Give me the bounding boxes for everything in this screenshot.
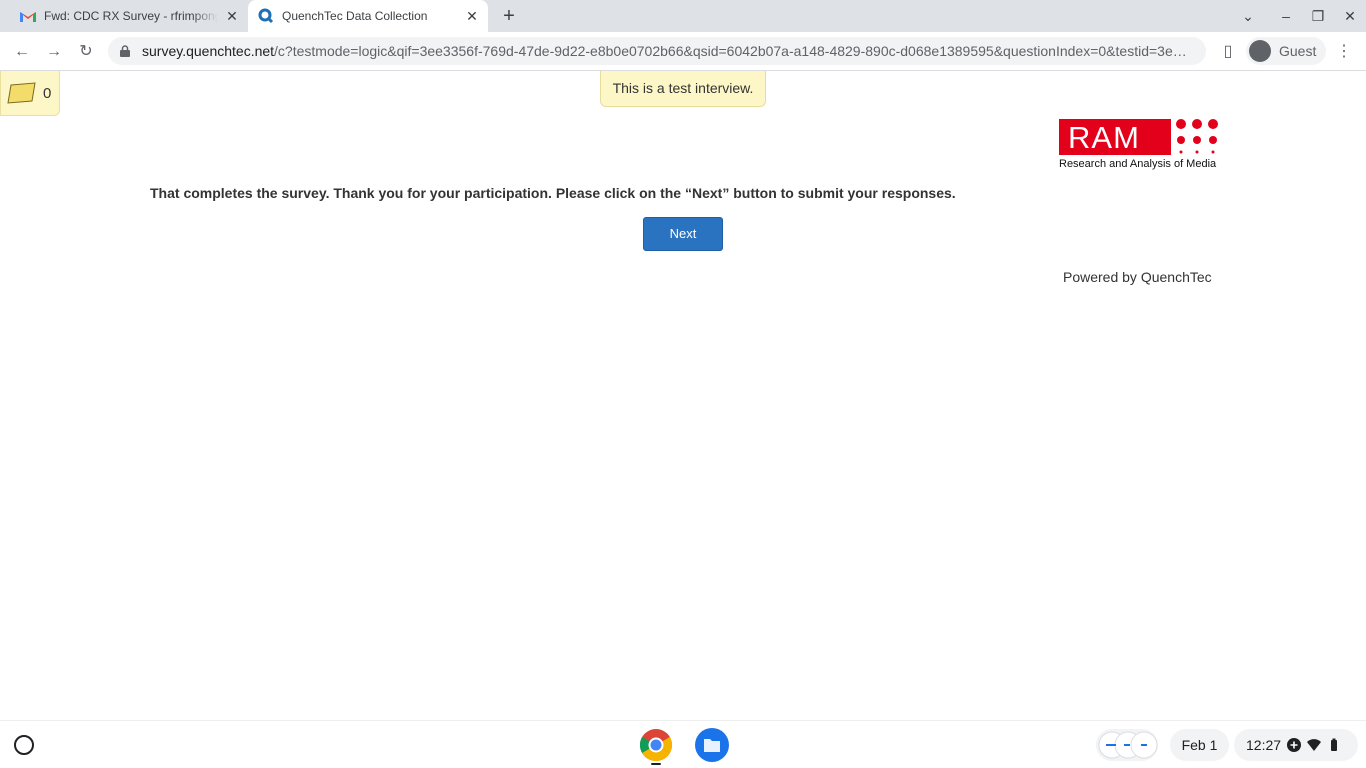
notification-tray[interactable]	[1096, 729, 1158, 761]
notification-previews-icon	[1098, 731, 1158, 759]
avatar	[1249, 40, 1271, 62]
profile-button[interactable]: Guest	[1246, 37, 1326, 65]
files-icon[interactable]	[695, 728, 729, 762]
add-circle-icon	[1287, 738, 1302, 752]
wifi-icon	[1307, 739, 1322, 751]
address-bar[interactable]: survey.quenchtec.net/c?testmode=logic&qi…	[108, 37, 1206, 65]
active-app-indicator	[651, 763, 661, 765]
tab-title: Fwd: CDC RX Survey - rfrimpong	[44, 9, 218, 23]
browser-toolbar: ← → ↻ survey.quenchtec.net/c?testmode=lo…	[0, 32, 1366, 71]
close-window-icon[interactable]: ✕	[1340, 6, 1360, 26]
test-interview-banner: This is a test interview.	[600, 71, 766, 107]
notes-badge[interactable]: 0	[0, 71, 60, 116]
os-shelf: Feb 1 12:27	[0, 720, 1366, 768]
close-tab-icon[interactable]: ✕	[464, 8, 480, 24]
date-pill[interactable]: Feb 1	[1170, 729, 1229, 761]
tab-quenchtec[interactable]: QuenchTec Data Collection ✕	[248, 0, 488, 32]
quenchtec-icon	[258, 8, 274, 24]
powered-by-text: Powered by QuenchTec	[1063, 269, 1212, 285]
chrome-icon[interactable]	[639, 728, 673, 762]
next-button[interactable]: Next	[643, 217, 723, 251]
restore-icon[interactable]: ❐	[1308, 6, 1328, 26]
battery-icon	[1331, 738, 1338, 751]
ram-logo: RAM Research and Analysis of Media	[1059, 118, 1221, 174]
tab-search-icon[interactable]: ⌄	[1238, 6, 1258, 26]
side-panel-icon[interactable]: ▯	[1217, 41, 1239, 63]
notes-count: 0	[43, 84, 52, 102]
close-tab-icon[interactable]: ✕	[224, 8, 240, 24]
logo-text: RAM	[1068, 120, 1140, 155]
forward-icon[interactable]: →	[43, 41, 65, 63]
tab-title: QuenchTec Data Collection	[282, 9, 428, 23]
minimize-icon[interactable]: –	[1276, 6, 1296, 26]
note-icon	[7, 82, 36, 104]
menu-icon[interactable]: ⋮	[1333, 41, 1355, 63]
reload-icon[interactable]: ↻	[75, 41, 97, 63]
launcher-icon[interactable]	[14, 735, 34, 755]
lock-icon	[120, 45, 132, 57]
url-text: survey.quenchtec.net/c?testmode=logic&qi…	[142, 43, 1187, 59]
date-text: Feb 1	[1181, 737, 1218, 753]
logo-dots-icon	[1176, 119, 1218, 154]
tab-gmail[interactable]: Fwd: CDC RX Survey - rfrimpong ✕	[0, 0, 248, 32]
tab-strip: Fwd: CDC RX Survey - rfrimpong ✕ QuenchT…	[0, 0, 1366, 32]
back-icon[interactable]: ←	[11, 41, 33, 63]
new-tab-button[interactable]: +	[499, 6, 519, 26]
logo-tagline: Research and Analysis of Media	[1059, 158, 1217, 170]
gmail-icon	[20, 8, 36, 24]
clock-text: 12:27	[1246, 737, 1282, 753]
status-tray[interactable]: 12:27	[1234, 729, 1358, 761]
completion-message: That completes the survey. Thank you for…	[150, 185, 956, 201]
profile-label: Guest	[1279, 43, 1317, 59]
